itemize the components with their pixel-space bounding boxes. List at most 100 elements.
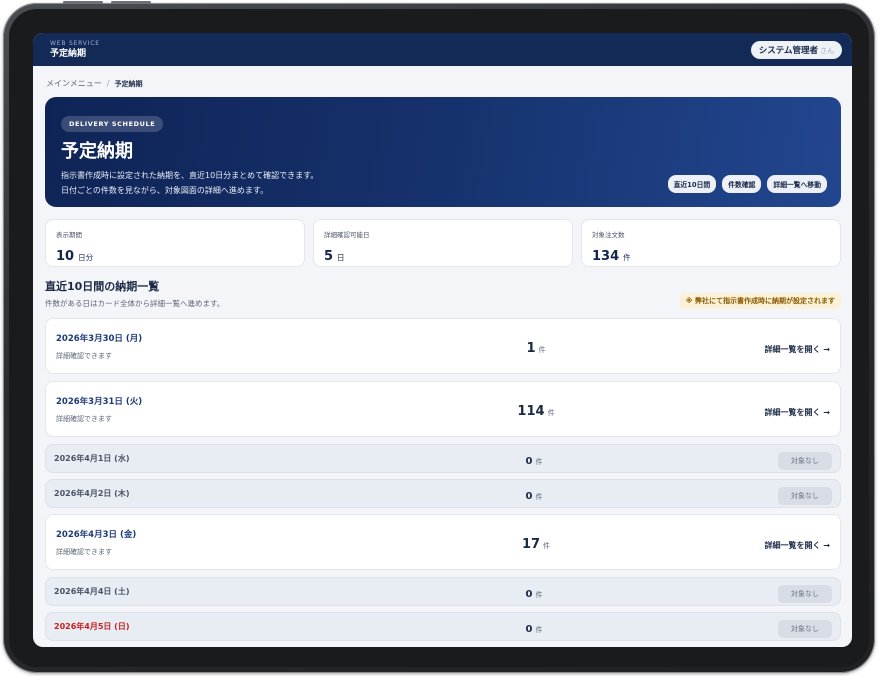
day-date-col: 2026年3月31日 (火) 詳細確認できます	[56, 395, 386, 424]
stat-number: 5	[324, 249, 334, 264]
stat-card-detail-days: 詳細確認可能日 5日	[313, 219, 573, 267]
section-header: 直近10日間の納期一覧 件数がある日はカード全体から詳細一覧へ進めます。 ※ 弊…	[45, 278, 841, 309]
count-check-button[interactable]: 件数確認	[722, 175, 762, 193]
breadcrumb-current: 予定納期	[114, 80, 143, 88]
day-count: 0件	[384, 449, 684, 468]
stat-label: 詳細確認可能日	[324, 231, 370, 239]
day-row-empty: 2026年4月4日 (土) 0件 対象なし	[45, 577, 841, 606]
top-button	[111, 1, 151, 4]
header-title: 予定納期	[50, 48, 87, 59]
day-date: 2026年4月4日 (土)	[54, 587, 130, 596]
day-card[interactable]: 2026年3月31日 (火) 詳細確認できます 114 件 詳細一覧を開く →	[45, 381, 841, 437]
stat-unit: 日分	[78, 253, 94, 262]
day-date-col: 2026年3月30日 (月) 詳細確認できます	[56, 332, 386, 361]
stat-number: 134	[592, 249, 620, 264]
day-card[interactable]: 2026年4月3日 (金) 詳細確認できます 17 件 詳細一覧を開く →	[45, 514, 841, 570]
stat-value: 10 日分	[56, 245, 294, 264]
top-button	[63, 1, 103, 4]
day-date: 2026年3月31日 (火)	[56, 396, 143, 407]
hero-banner: DELIVERY SCHEDULE 予定納期 指示書作成時に設定された納期を、直…	[45, 97, 841, 207]
stat-value: 5日	[324, 245, 562, 264]
day-action-col: 詳細一覧を開く →	[686, 337, 831, 356]
hero-tag: DELIVERY SCHEDULE	[61, 116, 164, 132]
day-date: 2026年4月5日 (日)	[54, 622, 130, 631]
day-count-unit: 件	[535, 626, 543, 634]
open-detail-link[interactable]: 詳細一覧を開く →	[765, 408, 831, 417]
stat-unit: 日	[337, 253, 345, 262]
day-row-empty: 2026年4月2日 (木) 0件 対象なし	[45, 479, 841, 508]
user-name: システム管理者	[758, 45, 818, 56]
no-target-badge: 対象なし	[778, 619, 832, 638]
day-date-col: 2026年4月3日 (金) 詳細確認できます	[56, 528, 386, 557]
stat-number: 10	[56, 249, 75, 264]
day-count-unit: 件	[547, 408, 555, 417]
day-count-number: 0	[525, 491, 533, 502]
day-count-number: 0	[525, 589, 533, 600]
stat-value: 134 件	[592, 245, 830, 264]
day-action-col: 対象なし	[684, 483, 832, 505]
no-target-badge: 対象なし	[778, 584, 832, 603]
day-count-unit: 件	[543, 541, 551, 550]
detail-list-button[interactable]: 詳細一覧へ移動	[767, 175, 827, 193]
day-note: 詳細確認できます	[56, 351, 112, 360]
recent-10-days-button[interactable]: 直近10日間	[667, 175, 717, 193]
day-count-unit: 件	[535, 591, 543, 599]
notice-badge: ※ 弊社にて指示書作成時に納期が設定されます	[679, 293, 841, 309]
day-count-number: 0	[525, 456, 533, 467]
day-action-col: 対象なし	[684, 581, 832, 603]
section-title: 直近10日間の納期一覧	[45, 280, 160, 293]
day-count: 0件	[384, 484, 684, 503]
stat-label: 対象注文数	[592, 231, 625, 239]
header-title-group: WEB SERVICE 予定納期	[50, 40, 100, 60]
open-detail-link[interactable]: 詳細一覧を開く →	[765, 541, 831, 550]
day-count-unit: 件	[535, 493, 543, 501]
day-action-col: 詳細一覧を開く →	[686, 400, 831, 419]
day-count: 0件	[384, 582, 684, 601]
day-count: 0件	[384, 617, 684, 636]
no-target-badge: 対象なし	[778, 486, 832, 505]
day-action-col: 対象なし	[684, 448, 832, 470]
open-detail-link[interactable]: 詳細一覧を開く →	[765, 345, 831, 354]
day-date: 2026年3月30日 (月)	[56, 333, 143, 344]
day-date: 2026年4月3日 (金)	[56, 529, 137, 540]
day-action-col: 詳細一覧を開く →	[686, 533, 831, 552]
day-note: 詳細確認できます	[56, 414, 112, 423]
day-action-col: 対象なし	[684, 616, 832, 638]
user-suffix: さん	[820, 46, 834, 55]
day-count-number: 1	[526, 340, 536, 356]
day-date: 2026年4月1日 (水)	[54, 454, 130, 463]
day-count: 1件	[386, 337, 686, 356]
day-card[interactable]: 2026年3月30日 (月) 詳細確認できます 1件 詳細一覧を開く →	[45, 318, 841, 374]
day-row-empty: 2026年4月5日 (日) 0件 対象なし	[45, 612, 841, 641]
day-count-number: 17	[521, 536, 541, 552]
stat-card-period: 表示期間 10 日分	[45, 219, 305, 267]
day-count-unit: 件	[538, 345, 546, 354]
day-count-number: 114	[517, 403, 545, 419]
hero-title: 予定納期	[61, 141, 133, 162]
hero-actions: 直近10日間 件数確認 詳細一覧へ移動	[667, 175, 827, 193]
no-target-badge: 対象なし	[778, 451, 832, 470]
stat-card-orders: 対象注文数 134 件	[581, 219, 841, 267]
stat-unit: 件	[623, 253, 631, 262]
breadcrumb-root-link[interactable]: メインメニュー	[46, 79, 102, 88]
day-count: 114 件	[386, 400, 686, 419]
day-count: 17 件	[386, 533, 686, 552]
day-date-col: 2026年4月4日 (土)	[54, 586, 384, 597]
day-date-col: 2026年4月1日 (水)	[54, 453, 384, 464]
screen: WEB SERVICE 予定納期 システム管理者 さん メインメニュー / 予定納期 …	[33, 33, 852, 647]
day-date: 2026年4月2日 (木)	[54, 489, 130, 498]
day-row-empty: 2026年4月1日 (水) 0件 対象なし	[45, 444, 841, 473]
stats-row: 表示期間 10 日分 詳細確認可能日 5日 対象注文数 134 件	[45, 219, 841, 267]
app-header: WEB SERVICE 予定納期 システム管理者 さん	[33, 33, 852, 66]
header-subtitle: WEB SERVICE	[50, 39, 100, 47]
day-count-unit: 件	[535, 458, 543, 466]
day-note: 詳細確認できます	[56, 547, 112, 556]
tablet-frame: WEB SERVICE 予定納期 システム管理者 さん メインメニュー / 予定納期 …	[3, 1, 875, 673]
day-date-col: 2026年4月5日 (日)	[54, 621, 384, 632]
day-date-col: 2026年4月2日 (木)	[54, 488, 384, 499]
user-menu-button[interactable]: システム管理者 さん	[750, 40, 842, 59]
day-count-number: 0	[525, 624, 533, 635]
breadcrumb-separator: /	[106, 79, 110, 88]
stat-label: 表示期間	[56, 231, 82, 239]
breadcrumb: メインメニュー / 予定納期	[33, 66, 852, 97]
